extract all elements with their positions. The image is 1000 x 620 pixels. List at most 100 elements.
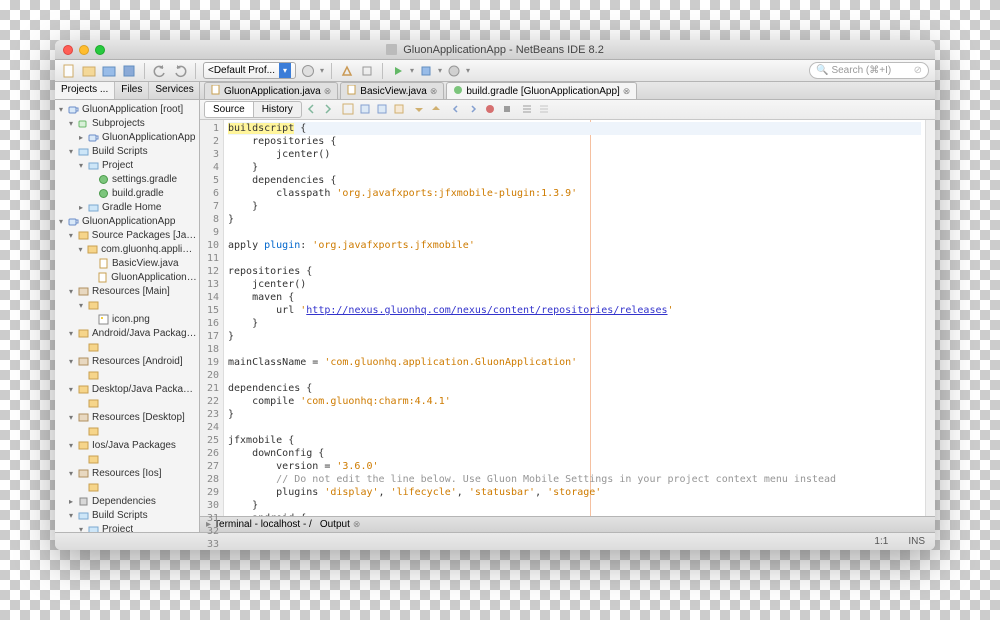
error-stripe[interactable]	[925, 120, 935, 516]
tree-twisty-icon[interactable]: ▾	[67, 147, 75, 156]
line-number[interactable]: 6	[200, 187, 219, 200]
tree-item[interactable]: ▾com.gluonhq.application	[55, 242, 199, 256]
line-number[interactable]: 1	[200, 122, 219, 135]
tree-item[interactable]	[55, 480, 199, 494]
tree-item[interactable]: ▾Resources [Main]	[55, 284, 199, 298]
line-number[interactable]: 30	[200, 499, 219, 512]
close-icon[interactable]: ⊗	[353, 519, 361, 530]
code-line[interactable]: url 'http://nexus.gluonhq.com/nexus/cont…	[228, 304, 921, 317]
globe-icon[interactable]	[300, 63, 316, 79]
line-number[interactable]: 19	[200, 356, 219, 369]
tab-source[interactable]: Source	[204, 101, 254, 118]
line-number[interactable]: 33	[200, 538, 219, 550]
run-config-select[interactable]: <Default Prof... ▾	[203, 62, 296, 79]
next-error-icon[interactable]	[430, 103, 444, 117]
line-number[interactable]: 12	[200, 265, 219, 278]
code-line[interactable]: jcenter()	[228, 278, 921, 291]
project-tree[interactable]: ▾GluonApplication [root]▾Subprojects▸Glu…	[55, 100, 199, 532]
dropdown-icon[interactable]: ▾	[466, 66, 470, 75]
run-icon[interactable]	[390, 63, 406, 79]
titlebar[interactable]: GluonApplicationApp - NetBeans IDE 8.2	[55, 40, 935, 60]
line-number[interactable]: 28	[200, 473, 219, 486]
code-line[interactable]: }	[228, 408, 921, 421]
tree-item[interactable]: ▾Build Scripts	[55, 144, 199, 158]
line-number[interactable]: 13	[200, 278, 219, 291]
code-line[interactable]: }	[228, 330, 921, 343]
search-input[interactable]: 🔍 Search (⌘+I) ⊘	[809, 62, 929, 79]
tree-item[interactable]: ▾Resources [Android]	[55, 354, 199, 368]
code-line[interactable]: dependencies {	[228, 174, 921, 187]
line-number[interactable]: 16	[200, 317, 219, 330]
tree-twisty-icon[interactable]: ▾	[67, 357, 75, 366]
shift-right-icon[interactable]	[467, 103, 481, 117]
line-number[interactable]: 3	[200, 148, 219, 161]
line-number[interactable]: 21	[200, 382, 219, 395]
tree-item[interactable]: ▾GluonApplication [root]	[55, 102, 199, 116]
line-number[interactable]: 10	[200, 239, 219, 252]
sidebar-tab-projects[interactable]: Projects ...	[55, 82, 115, 99]
code-line[interactable]: downConfig {	[228, 447, 921, 460]
code-line[interactable]: buildscript {	[228, 122, 921, 135]
sidebar-tab-files[interactable]: Files	[115, 82, 149, 99]
tree-item[interactable]: build.gradle	[55, 186, 199, 200]
tree-twisty-icon[interactable]: ▾	[67, 119, 75, 128]
close-icon[interactable]: ⊗	[623, 86, 631, 97]
tree-twisty-icon[interactable]: ▾	[67, 469, 75, 478]
file-tab[interactable]: GluonApplication.java⊗	[204, 82, 338, 99]
line-number[interactable]: 2	[200, 135, 219, 148]
tree-twisty-icon[interactable]: ▾	[57, 217, 65, 226]
line-number[interactable]: 4	[200, 161, 219, 174]
tree-item[interactable]: ▸GluonApplicationApp	[55, 130, 199, 144]
code-line[interactable]: dependencies {	[228, 382, 921, 395]
tree-item[interactable]: ▾	[55, 298, 199, 312]
dropdown-icon[interactable]: ▾	[320, 66, 324, 75]
code-line[interactable]: version = '3.6.0'	[228, 460, 921, 473]
tree-item[interactable]: settings.gradle	[55, 172, 199, 186]
tree-twisty-icon[interactable]: ▾	[77, 245, 84, 254]
line-number[interactable]: 31	[200, 512, 219, 525]
line-number[interactable]: 22	[200, 395, 219, 408]
new-project-icon[interactable]	[81, 63, 97, 79]
comment-icon[interactable]	[521, 103, 535, 117]
tree-item[interactable]: ▾Subprojects	[55, 116, 199, 130]
tree-item[interactable]	[55, 396, 199, 410]
line-number[interactable]: 14	[200, 291, 219, 304]
tree-twisty-icon[interactable]: ▾	[67, 511, 75, 520]
tree-item[interactable]: GluonApplication.java	[55, 270, 199, 284]
save-all-icon[interactable]	[121, 63, 137, 79]
line-number[interactable]: 23	[200, 408, 219, 421]
code-line[interactable]: }	[228, 200, 921, 213]
find-selection-icon[interactable]	[342, 103, 356, 117]
tree-twisty-icon[interactable]: ▸	[77, 203, 85, 212]
tree-twisty-icon[interactable]: ▾	[67, 413, 75, 422]
tree-item[interactable]: ▾Source Packages [Java]	[55, 228, 199, 242]
code-line[interactable]: }	[228, 213, 921, 226]
clear-search-icon[interactable]: ⊘	[914, 65, 922, 76]
nav-fwd-icon[interactable]	[322, 103, 336, 117]
line-number[interactable]: 18	[200, 343, 219, 356]
tab-output[interactable]: Output ⊗	[320, 519, 361, 530]
tree-twisty-icon[interactable]: ▾	[77, 525, 85, 533]
code-line[interactable]	[228, 421, 921, 434]
tree-item[interactable]: BasicView.java	[55, 256, 199, 270]
code-line[interactable]: // Do not edit the line below. Use Gluon…	[228, 473, 921, 486]
tree-item[interactable]: ▾Project	[55, 158, 199, 172]
tree-twisty-icon[interactable]: ▾	[67, 441, 75, 450]
close-icon[interactable]: ⊗	[324, 86, 332, 97]
tree-item[interactable]: ▾Build Scripts	[55, 508, 199, 522]
tree-item[interactable]: ▾Resources [Desktop]	[55, 410, 199, 424]
line-number[interactable]: 32	[200, 525, 219, 538]
code-line[interactable]: plugins 'display', 'lifecycle', 'statusb…	[228, 486, 921, 499]
code-line[interactable]: android {	[228, 512, 921, 516]
toggle-bookmark-icon[interactable]	[393, 103, 407, 117]
tree-item[interactable]: icon.png	[55, 312, 199, 326]
build-icon[interactable]	[339, 63, 355, 79]
code-line[interactable]: }	[228, 317, 921, 330]
tree-item[interactable]: ▾GluonApplicationApp	[55, 214, 199, 228]
next-bookmark-icon[interactable]	[376, 103, 390, 117]
tab-terminal[interactable]: ▸ Terminal - localhost - /	[206, 519, 312, 530]
open-project-icon[interactable]	[101, 63, 117, 79]
line-number[interactable]: 8	[200, 213, 219, 226]
code-line[interactable]: maven {	[228, 291, 921, 304]
tree-item[interactable]: ▾Project	[55, 522, 199, 532]
